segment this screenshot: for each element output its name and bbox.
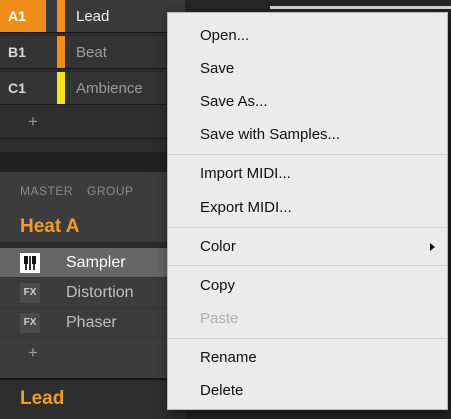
divider — [0, 152, 185, 174]
module-name: Distortion — [66, 284, 134, 301]
menu-item-copy[interactable]: Copy — [168, 272, 447, 302]
bottom-group-bar: Lead — [0, 378, 185, 419]
menu-item-paste: Paste — [200, 310, 239, 327]
fx-icon: FX — [20, 313, 40, 333]
group-name: Lead — [76, 8, 110, 25]
submenu-arrow-icon — [430, 243, 435, 251]
group-color-swatch — [57, 72, 65, 104]
tab-master[interactable]: MASTER — [20, 184, 73, 198]
module-name: Sampler — [66, 254, 126, 271]
group-row-c1[interactable]: C1 Ambience — [0, 72, 185, 105]
group-list: A1 Lead B1 Beat C1 Ambience + — [0, 0, 185, 152]
module-slot-phaser[interactable]: FX Phaser — [0, 308, 185, 338]
group-row-b1[interactable]: B1 Beat — [0, 36, 185, 69]
group-name: Beat — [76, 44, 107, 61]
sound-panel: MASTER GROUP Heat A Sampler FX Distortion — [0, 172, 185, 380]
add-group-button[interactable]: + — [0, 105, 185, 139]
menu-item-save-as[interactable]: Save As... — [168, 88, 447, 118]
sampler-icon — [20, 253, 40, 273]
menu-item-export-midi[interactable]: Export MIDI... — [168, 194, 447, 224]
menu-item-color[interactable]: Color — [168, 233, 447, 263]
module-slot-sampler[interactable]: Sampler — [0, 248, 185, 278]
group-slot-label: B1 — [8, 44, 26, 60]
plus-icon: + — [28, 343, 38, 362]
add-module-button[interactable]: + — [0, 338, 185, 368]
menu-separator — [168, 338, 447, 339]
menu-item-rename[interactable]: Rename — [168, 344, 447, 374]
menu-item-open[interactable]: Open... — [168, 22, 447, 52]
menu-item-delete[interactable]: Delete — [168, 377, 447, 407]
group-slot-label: A1 — [0, 0, 46, 32]
module-name: Phaser — [66, 314, 117, 331]
plus-icon: + — [28, 112, 38, 131]
menu-separator — [168, 154, 447, 155]
group-row-a1[interactable]: A1 Lead — [0, 0, 185, 33]
group-color-swatch — [57, 0, 65, 32]
group-color-swatch — [57, 36, 65, 68]
context-menu: Open... Save Save As... Save with Sample… — [167, 12, 448, 410]
group-slot-label: C1 — [8, 80, 26, 96]
module-slot-distortion[interactable]: FX Distortion — [0, 278, 185, 308]
menu-separator — [168, 227, 447, 228]
group-label: Lead — [20, 388, 65, 409]
scrollbar-track — [270, 6, 451, 9]
menu-item-label: Color — [200, 238, 236, 255]
panel-tabs: MASTER GROUP — [20, 184, 148, 198]
sound-title: Heat A — [20, 216, 80, 237]
app-window: A1 Lead B1 Beat C1 Ambience + MASTER GROU… — [0, 0, 451, 419]
tab-group[interactable]: GROUP — [87, 184, 134, 198]
menu-item-save-with-samples[interactable]: Save with Samples... — [168, 121, 447, 151]
menu-item-save[interactable]: Save — [168, 55, 447, 85]
group-name: Ambience — [76, 80, 143, 97]
menu-item-import-midi[interactable]: Import MIDI... — [168, 160, 447, 190]
fx-icon: FX — [20, 283, 40, 303]
menu-separator — [168, 265, 447, 266]
